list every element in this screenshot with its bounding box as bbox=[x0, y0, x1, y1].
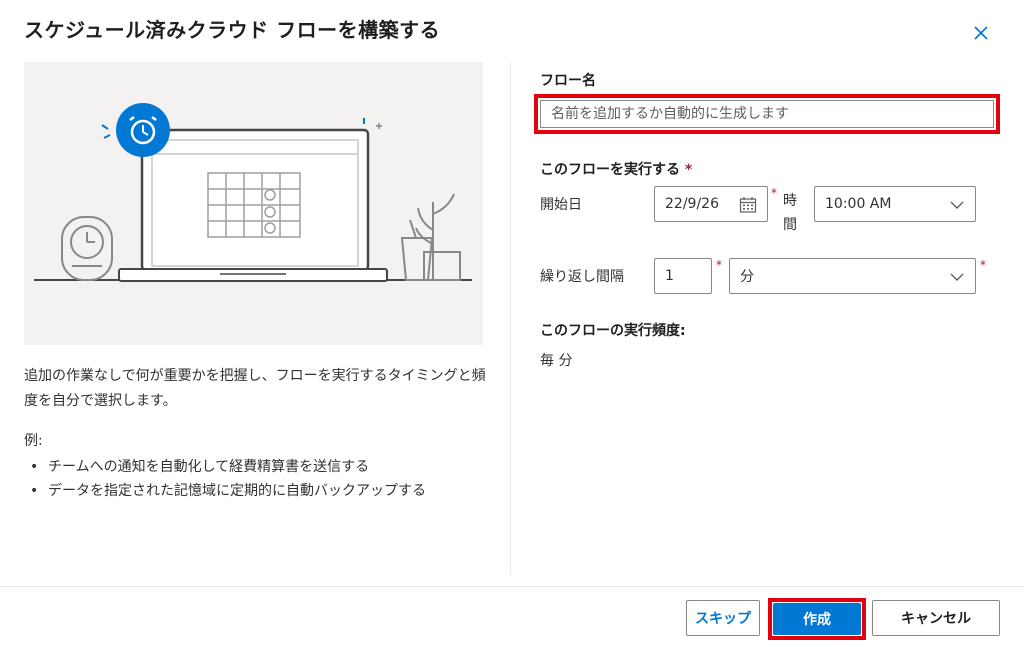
vertical-divider bbox=[510, 62, 511, 574]
examples-label: 例: bbox=[24, 433, 43, 449]
alarm-clock-icon bbox=[101, 103, 170, 157]
list-item: データを指定された記憶域に定期的に自動バックアップする bbox=[24, 479, 426, 503]
required-mark: * bbox=[980, 258, 986, 272]
scheduled-flow-illustration bbox=[24, 62, 483, 345]
required-mark: * bbox=[716, 258, 722, 272]
run-section-label: このフローを実行する * bbox=[540, 162, 693, 178]
required-mark: * bbox=[771, 186, 777, 200]
start-date-value: 22/9/26 bbox=[665, 196, 719, 212]
calendar-icon bbox=[739, 197, 757, 213]
flow-name-input[interactable] bbox=[540, 100, 994, 128]
list-item: チームへの通知を自動化して経費精算書を送信する bbox=[24, 455, 426, 479]
chevron-down-icon bbox=[950, 201, 964, 209]
dialog-title: スケジュール済みクラウド フローを構築する bbox=[24, 18, 441, 42]
repeat-count-input[interactable]: 1 bbox=[654, 258, 712, 294]
plant-icon bbox=[400, 193, 461, 281]
frequency-value: 毎 分 bbox=[540, 353, 573, 369]
repeat-interval-label: 繰り返し間隔 bbox=[540, 269, 624, 285]
laptop-icon bbox=[118, 128, 388, 282]
start-date-label: 開始日 bbox=[540, 197, 582, 213]
chevron-down-icon bbox=[950, 273, 964, 281]
repeat-unit-dropdown[interactable]: 分 bbox=[729, 258, 976, 294]
footer-divider bbox=[0, 586, 1024, 587]
time-label-1: 時 bbox=[783, 193, 797, 209]
flow-name-label: フロー名 bbox=[540, 73, 596, 89]
frequency-label: このフローの実行頻度: bbox=[540, 323, 686, 339]
cancel-button[interactable]: キャンセル bbox=[872, 600, 1000, 636]
examples-list: チームへの通知を自動化して経費精算書を送信する データを指定された記憶域に定期的… bbox=[24, 455, 426, 503]
close-button[interactable] bbox=[968, 20, 994, 46]
start-date-field[interactable]: 22/9/26 bbox=[654, 186, 768, 222]
time-value: 10:00 AM bbox=[825, 196, 892, 212]
flow-description: 追加の作業なしで何が重要かを把握し、フローを実行するタイミングと頻度を自分で選択… bbox=[24, 368, 486, 409]
create-button[interactable]: 作成 bbox=[773, 603, 861, 635]
skip-button[interactable]: スキップ bbox=[686, 600, 760, 636]
desk-clock-icon bbox=[61, 216, 113, 281]
close-icon bbox=[974, 26, 988, 40]
repeat-unit-value: 分 bbox=[740, 269, 754, 285]
repeat-count-value: 1 bbox=[665, 268, 674, 284]
time-label-2: 間 bbox=[783, 217, 797, 233]
required-mark: * bbox=[684, 162, 693, 178]
time-dropdown[interactable]: 10:00 AM bbox=[814, 186, 976, 222]
